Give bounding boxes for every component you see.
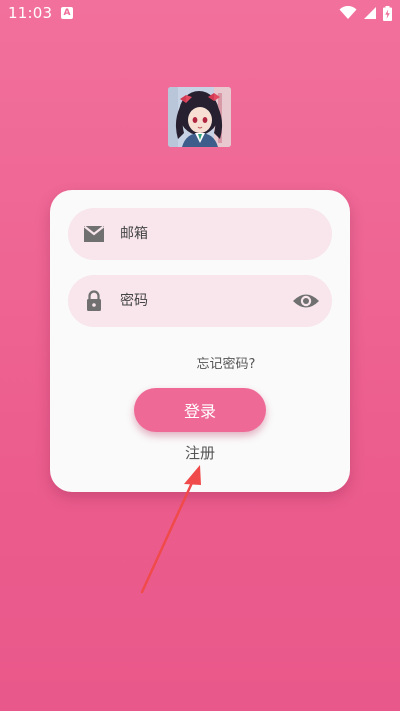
password-field <box>68 275 332 327</box>
status-bar: 11:03 A <box>0 0 400 26</box>
email-input[interactable] <box>120 208 290 260</box>
status-time: 11:03 <box>8 4 53 22</box>
register-link[interactable]: 注册 <box>50 442 350 463</box>
password-input[interactable] <box>120 275 290 327</box>
forgot-password-link[interactable]: 忘记密码? <box>50 353 350 372</box>
battery-charging-icon <box>383 5 392 21</box>
lock-icon <box>87 290 101 311</box>
notification-a-icon: A <box>61 7 73 19</box>
avatar-anime-girl-icon <box>168 87 231 147</box>
eye-icon[interactable] <box>292 288 320 314</box>
signal-icon <box>364 7 376 19</box>
login-button[interactable]: 登录 <box>134 388 266 432</box>
forgot-password-label: 忘记密码? <box>196 357 256 372</box>
avatar <box>168 87 231 147</box>
email-field <box>68 208 332 260</box>
mail-icon <box>83 225 105 242</box>
status-icons <box>339 5 392 21</box>
login-card: 忘记密码? 登录 注册 <box>50 190 350 492</box>
wifi-icon <box>339 6 357 19</box>
